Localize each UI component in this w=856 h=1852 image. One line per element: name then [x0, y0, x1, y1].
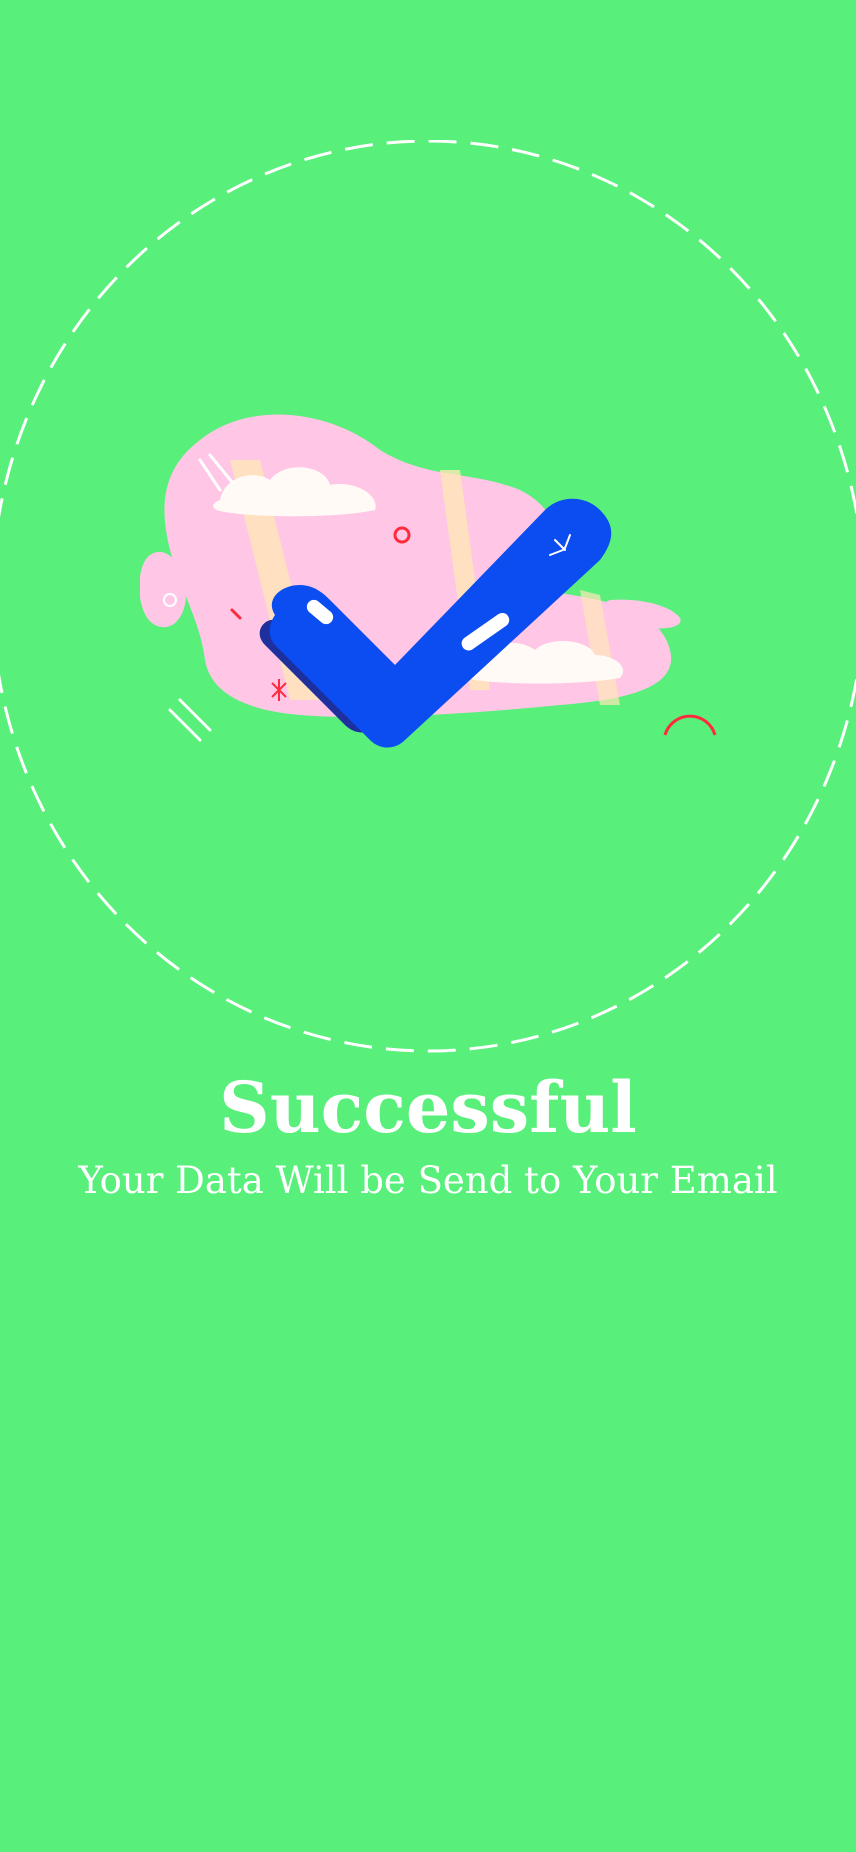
page-title: Successful	[219, 1066, 637, 1149]
success-message: Your Data Will be Send to Your Email	[78, 1159, 778, 1202]
success-screen: Successful Your Data Will be Send to You…	[0, 0, 856, 1852]
success-checkmark-icon	[140, 414, 717, 748]
